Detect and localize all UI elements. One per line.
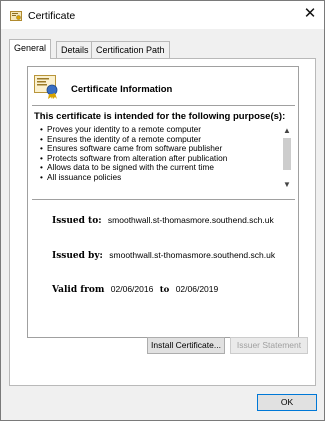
issued-to-value: smoothwall.st-thomasmore.southend.sch.uk (107, 215, 274, 225)
title-bar: Certificate ✕ (1, 1, 324, 29)
issued-by-label: Issued by: (52, 251, 103, 261)
info-title: Certificate Information (71, 84, 173, 95)
close-button[interactable]: ✕ (296, 1, 324, 29)
install-certificate-button[interactable]: Install Certificate... (147, 337, 225, 354)
certificate-dialog: Certificate ✕ General Details Certificat… (0, 0, 325, 421)
purpose-list: Proves your identity to a remote compute… (40, 124, 270, 183)
divider (32, 199, 295, 200)
general-tab-panel: Certificate Information This certificate… (9, 58, 316, 386)
ok-button[interactable]: OK (257, 394, 317, 411)
purpose-scrollbar[interactable]: ▲ ▼ (280, 125, 294, 191)
purpose-heading: This certificate is intended for the fol… (34, 111, 286, 122)
valid-from-value: 02/06/2016 (110, 284, 154, 294)
issued-to-row: Issued to: smoothwall.st-thomasmore.sout… (52, 215, 274, 226)
validity-row: Valid from 02/06/2016 to 02/06/2019 (52, 284, 218, 295)
tab-general[interactable]: General (9, 39, 52, 59)
issued-to-label: Issued to: (52, 216, 102, 226)
window-title: Certificate (28, 10, 76, 22)
scroll-down-icon[interactable]: ▼ (280, 179, 294, 191)
tab-certification-path[interactable]: Certification Path (91, 41, 170, 58)
certificate-icon (34, 75, 60, 99)
valid-to-label: to (159, 285, 170, 295)
issued-by-row: Issued by: smoothwall.st-thomasmore.sout… (52, 250, 275, 261)
scroll-up-icon[interactable]: ▲ (280, 125, 294, 137)
issuer-statement-button[interactable]: Issuer Statement (230, 337, 308, 354)
valid-from-label: Valid from (52, 285, 105, 295)
valid-to-value: 02/06/2019 (175, 284, 219, 294)
list-item: All issuance policies (40, 172, 270, 183)
certificate-info-box: Certificate Information This certificate… (27, 66, 299, 338)
certificate-icon (10, 10, 22, 22)
scroll-thumb[interactable] (283, 138, 291, 170)
issued-by-value: smoothwall.st-thomasmore.southend.sch.uk (109, 250, 276, 260)
divider (32, 105, 295, 106)
tab-details[interactable]: Details (56, 41, 94, 58)
